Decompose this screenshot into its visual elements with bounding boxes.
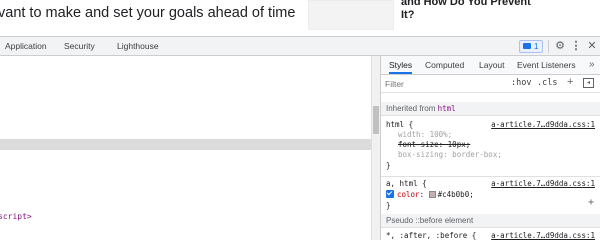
css-declaration-color[interactable]: color: #c4b0b0; — [386, 190, 474, 200]
tab-computed[interactable]: Computed — [425, 56, 464, 74]
more-tabs-chevron-icon[interactable]: » — [589, 56, 595, 74]
toggle-arrow-icon: ◂ — [587, 80, 591, 86]
add-declaration-icon[interactable]: + — [588, 197, 594, 208]
elements-scrollbar[interactable] — [371, 56, 380, 240]
property-name: color — [397, 190, 420, 199]
rule-source-link[interactable]: a-article.7…d9dda.css:1 — [491, 179, 595, 189]
issues-count: 1 — [534, 42, 539, 51]
rule-source-link[interactable]: a-article.7…d9dda.css:1 — [491, 231, 595, 240]
class-toggle-button[interactable]: .cls — [537, 77, 557, 90]
headline-line-1: and How Do You Prevent — [401, 0, 531, 8]
rule-source-link[interactable]: a-article.7…d9dda.css:1 — [491, 120, 595, 130]
css-declaration[interactable]: width: 100%; — [398, 130, 452, 140]
css-declaration-overridden[interactable]: font-size: 10px; — [398, 140, 470, 150]
tab-application[interactable]: Application — [5, 37, 47, 55]
script-closing-tag[interactable]: script> — [0, 212, 32, 221]
scrollbar-thumb[interactable] — [373, 106, 379, 134]
tab-event-listeners[interactable]: Event Listeners — [517, 56, 576, 74]
elements-tree[interactable]: script> — [0, 56, 371, 240]
article-text: vant to make and set your goals ahead of… — [0, 5, 296, 21]
styles-tabbar: Styles Computed Layout Event Listeners » — [381, 56, 600, 75]
toolbar-divider — [548, 40, 549, 53]
rule-selector: html { — [386, 120, 414, 129]
style-rule-universal[interactable]: *, :after, :before { a-article.7…d9dda.c… — [381, 229, 600, 240]
issues-button[interactable]: 1 — [519, 40, 543, 53]
tab-styles[interactable]: Styles — [389, 56, 413, 74]
related-article-headline[interactable]: and How Do You Prevent It? — [401, 0, 600, 21]
styles-filter-input[interactable] — [385, 77, 497, 90]
headline-line-2: It? — [401, 8, 415, 21]
toggle-computed-sidebar-icon[interactable]: ◂ — [583, 78, 594, 88]
property-value: #c4b0b0; — [437, 190, 474, 199]
issues-icon — [523, 43, 531, 49]
pseudo-element-header: Pseudo ::before element — [381, 214, 600, 228]
rule-selector: a, html { — [386, 179, 427, 188]
devtools-main-tabbar: Application Security Lighthouse 1 ⚙ ⋮ ✕ — [0, 36, 600, 56]
styles-sidebar: Styles Computed Layout Event Listeners »… — [380, 56, 600, 240]
new-style-rule-icon[interactable]: + — [567, 76, 573, 89]
inherited-tag-link[interactable]: html — [438, 104, 456, 113]
style-rule-html[interactable]: html { a-article.7…d9dda.css:1 width: 10… — [381, 117, 600, 177]
tab-layout[interactable]: Layout — [479, 56, 505, 74]
selected-node-highlight[interactable] — [0, 139, 371, 150]
css-declaration[interactable]: box-sizing: border-box; — [398, 150, 502, 160]
color-swatch-icon[interactable] — [428, 191, 436, 198]
more-vert-icon[interactable]: ⋮ — [570, 40, 582, 52]
tab-security[interactable]: Security — [64, 37, 95, 55]
declaration-enabled-checkbox[interactable] — [386, 190, 394, 198]
web-page-viewport: vant to make and set your goals ahead of… — [0, 0, 600, 36]
rule-selector: *, :after, :before { — [386, 231, 477, 240]
styles-filter-bar: :hov .cls + ◂ — [381, 75, 600, 93]
inherited-from-header: Inherited from html — [381, 102, 600, 116]
related-article-thumbnail[interactable] — [308, 0, 394, 30]
gear-icon[interactable]: ⚙ — [554, 40, 566, 52]
hover-state-button[interactable]: :hov — [511, 77, 531, 90]
rule-close-brace: } — [386, 161, 391, 170]
property-colon: : — [419, 190, 429, 199]
style-rule-a-html[interactable]: a, html { a-article.7…d9dda.css:1 color:… — [381, 177, 600, 215]
inherited-label: Inherited from — [386, 104, 436, 113]
rule-close-brace: } — [386, 201, 391, 210]
script-tag-text: script> — [0, 212, 32, 221]
close-icon[interactable]: ✕ — [586, 40, 598, 52]
tab-lighthouse[interactable]: Lighthouse — [117, 37, 159, 55]
